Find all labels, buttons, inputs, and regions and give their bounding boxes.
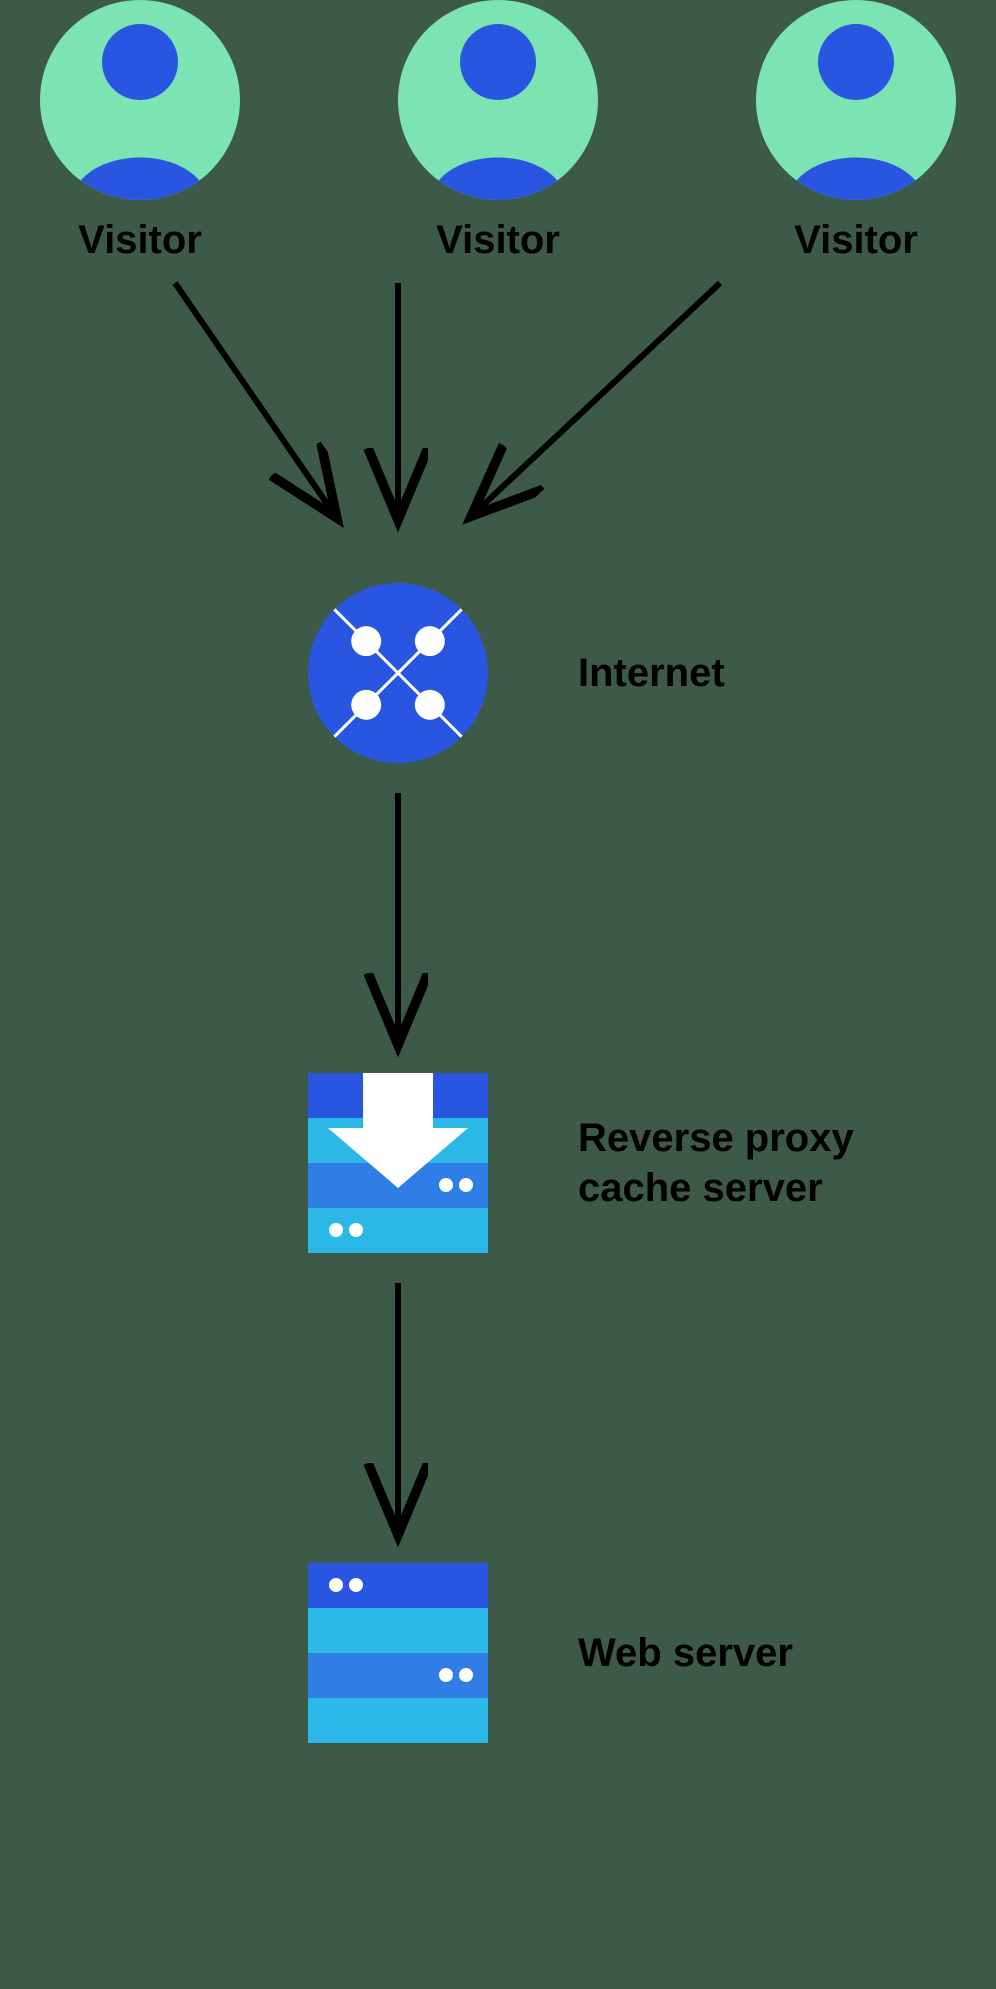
proxy-label: Reverse proxy cache server [578, 1113, 854, 1213]
internet-icon [308, 583, 488, 763]
webserver-icon [308, 1563, 488, 1743]
webserver-row: Web server [0, 1563, 996, 1743]
arrow-proxy-webserver [0, 1253, 996, 1563]
arrow-internet-proxy [0, 763, 996, 1073]
visitor-icon [756, 0, 956, 200]
visitor-3-label: Visitor [794, 218, 918, 263]
visitor-1-label: Visitor [78, 218, 202, 263]
visitor-1: Visitor [40, 0, 240, 263]
visitor-3: Visitor [756, 0, 956, 263]
internet-row: Internet [0, 583, 996, 763]
visitor-icon [398, 0, 598, 200]
internet-label: Internet [578, 648, 725, 698]
visitor-2-label: Visitor [436, 218, 560, 263]
proxy-icon [308, 1073, 488, 1253]
visitor-row: Visitor Visitor Visitor [0, 0, 996, 263]
webserver-label: Web server [578, 1628, 793, 1678]
visitor-2: Visitor [398, 0, 598, 263]
visitor-icon [40, 0, 240, 200]
proxy-row: Reverse proxy cache server [0, 1073, 996, 1253]
arrows-visitors-internet [0, 263, 996, 563]
